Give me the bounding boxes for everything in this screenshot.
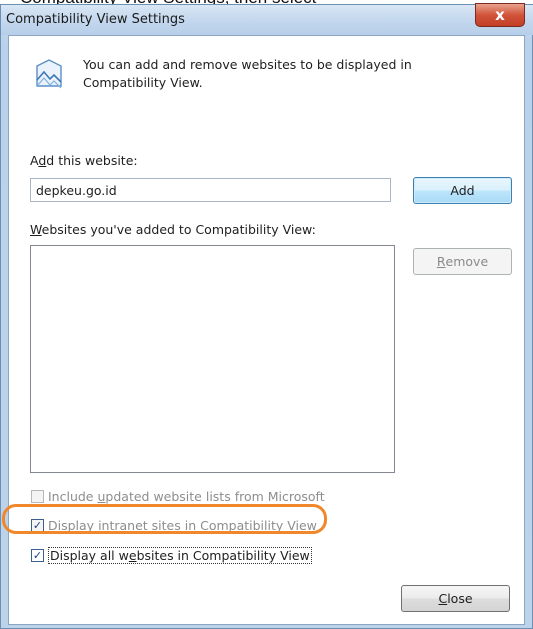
- websites-list-label-accel: W: [30, 222, 42, 237]
- compatibility-view-icon: [36, 59, 62, 89]
- option-label: Display all websites in Compatibility Vi…: [48, 547, 312, 564]
- option-label: Include updated website lists from Micro…: [48, 489, 325, 504]
- remove-button-label: emove: [445, 254, 489, 269]
- window-close-button[interactable]: x: [475, 3, 525, 27]
- add-website-label-rest: d this website:: [46, 153, 138, 168]
- option-label-pre: Include: [48, 489, 98, 504]
- add-button-label: Add: [450, 183, 475, 198]
- option-include-updated-lists[interactable]: Include updated website lists from Micro…: [31, 489, 325, 504]
- info-line-1: You can add and remove websites to be di…: [83, 57, 412, 72]
- checkbox-display-all-websites[interactable]: ✓: [31, 549, 44, 562]
- checkbox-include-updated-lists[interactable]: [31, 490, 44, 503]
- websites-list-label-rest: ebsites you've added to Compatibility Vi…: [41, 222, 316, 237]
- option-label-accel: e: [128, 548, 137, 563]
- dialog-body: You can add and remove websites to be di…: [8, 35, 525, 625]
- website-input[interactable]: [30, 178, 391, 202]
- info-line-2: Compatibility View.: [83, 75, 203, 90]
- title-bar[interactable]: Compatibility View Settings x: [1, 3, 533, 35]
- option-label-post: pdated website lists from Microsoft: [105, 489, 325, 504]
- close-button-accel: C: [438, 591, 448, 606]
- close-icon: x: [495, 6, 505, 24]
- add-website-label: Add this website:: [30, 153, 138, 168]
- remove-button[interactable]: Remove: [413, 248, 512, 275]
- option-label-pre: Display all w: [50, 548, 129, 563]
- websites-list-label: Websites you've added to Compatibility V…: [30, 222, 316, 237]
- window-title: Compatibility View Settings: [6, 12, 185, 27]
- option-display-all-websites[interactable]: ✓ Display all websites in Compatibility …: [31, 547, 312, 564]
- info-message: You can add and remove websites to be di…: [83, 56, 443, 92]
- compatibility-view-dialog: Compatibility View Settings x You can ad…: [0, 3, 533, 629]
- remove-button-accel: R: [436, 254, 446, 269]
- option-label-post: bsites in Compatibility View: [136, 548, 310, 563]
- add-button[interactable]: Add: [413, 177, 512, 204]
- websites-listbox[interactable]: [30, 245, 395, 473]
- annotation-highlight-ring: [2, 504, 327, 534]
- close-button-label: lose: [447, 591, 473, 606]
- close-button[interactable]: Close: [401, 585, 510, 612]
